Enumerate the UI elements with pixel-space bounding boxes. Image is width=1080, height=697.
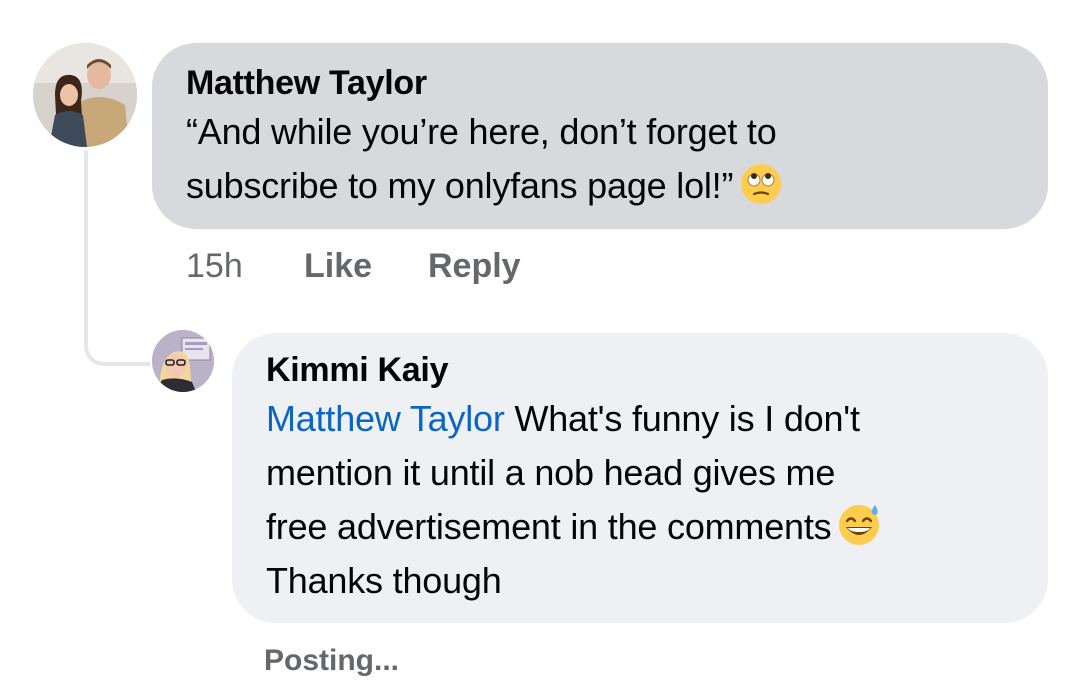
comment-text-segment: subscribe to my onlyfans page lol!” (186, 165, 734, 206)
comment-timestamp[interactable]: 15h (186, 247, 304, 286)
reply-author[interactable]: Kimmi Kaiy (266, 348, 1014, 392)
comment-author[interactable]: Matthew Taylor (186, 61, 1014, 105)
eye-roll-emoji-icon (739, 162, 783, 206)
reply-button[interactable]: Reply (428, 247, 521, 286)
thread-connector-curve (84, 330, 150, 366)
comment-bubble-matthew: Matthew Taylor “And while you’re here, d… (152, 43, 1048, 229)
avatar-photo (33, 43, 137, 147)
reply-text-segment: free advertisement in the comments (266, 506, 832, 547)
reply-text-line: free advertisement in the comments (266, 500, 1014, 554)
grinning-sweat-emoji-icon (837, 503, 881, 547)
comment-text-line: subscribe to my onlyfans page lol!” (186, 159, 1014, 213)
avatar-kimmi-kaiy[interactable] (152, 330, 214, 392)
reply-text-line: Matthew Taylor What's funny is I don't (266, 392, 1014, 446)
reply-bubble-kimmi: Kimmi Kaiy Matthew Taylor What's funny i… (232, 333, 1048, 623)
reply-text-segment: What's funny is I don't (504, 398, 860, 439)
avatar-matthew-taylor[interactable] (33, 43, 137, 147)
thread-connector-vertical (84, 150, 88, 350)
mention-link[interactable]: Matthew Taylor (266, 398, 505, 439)
like-button[interactable]: Like (304, 247, 428, 286)
reply-text-line: mention it until a nob head gives me (266, 452, 836, 493)
posting-status: Posting... (264, 644, 399, 677)
comment-text-line: “And while you’re here, don’t forget to (186, 111, 777, 152)
comment-actions: 15h Like Reply (186, 246, 521, 286)
reply-text-line: Thanks though (266, 560, 502, 601)
avatar-photo (152, 330, 214, 392)
